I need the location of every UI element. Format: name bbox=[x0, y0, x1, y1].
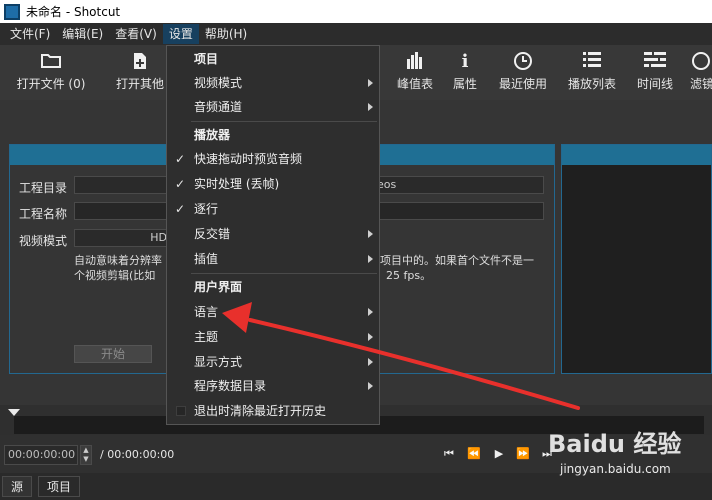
menu-separator bbox=[191, 121, 377, 122]
video-mode-value: HD bbox=[150, 231, 167, 244]
shotcut-app-icon bbox=[4, 3, 20, 20]
properties-label: 属性 bbox=[452, 77, 477, 91]
open-other-label: 打开其他 bbox=[115, 77, 164, 91]
player-panel-header bbox=[562, 145, 711, 165]
info-icon: i bbox=[461, 51, 469, 72]
video-mode-label: 视频模式 bbox=[19, 234, 68, 248]
video-mode-select[interactable]: HD bbox=[74, 229, 174, 247]
recent-button[interactable]: 最近使用 bbox=[496, 51, 550, 99]
watermark-url: jingyan.baidu.com bbox=[560, 462, 671, 476]
recent-label: 最近使用 bbox=[498, 77, 547, 91]
desc-line2-right: 25 fps。 bbox=[386, 269, 432, 282]
submenu-arrow-icon bbox=[368, 79, 373, 87]
menu-item-audio-channels[interactable]: 音频通道 bbox=[167, 96, 379, 118]
menu-help[interactable]: 帮助(H) bbox=[199, 24, 253, 44]
menu-separator bbox=[191, 273, 377, 274]
timeline-icon bbox=[634, 51, 676, 73]
desc-line1-right: 项目中的。如果首个文件不是一 bbox=[380, 254, 534, 267]
open-file-button[interactable]: 打开文件 (0) bbox=[12, 51, 90, 99]
player-panel bbox=[561, 144, 712, 374]
spin-up-icon[interactable]: ▲ bbox=[81, 446, 91, 455]
menu-bar: 文件(F) 编辑(E) 查看(V) 设置 帮助(H) bbox=[0, 23, 712, 45]
menu-edit[interactable]: 编辑(E) bbox=[56, 24, 109, 44]
desc-line2-left: 个视频剪辑(比如 bbox=[74, 269, 156, 282]
menu-item-app-data-dir[interactable]: 程序数据目录 bbox=[167, 375, 379, 397]
check-icon: ✓ bbox=[175, 177, 186, 191]
play-icon[interactable]: ▶ bbox=[490, 447, 508, 460]
baidu-logo: Baidu 经验 bbox=[548, 430, 682, 458]
list-icon bbox=[566, 51, 618, 73]
menu-item-interpolation[interactable]: 插值 bbox=[167, 248, 379, 270]
menu-header-project: 项目 bbox=[194, 52, 219, 66]
playlist-label: 播放列表 bbox=[567, 77, 616, 91]
submenu-arrow-icon bbox=[368, 255, 373, 263]
filters-label: 滤镜 bbox=[690, 77, 712, 91]
menu-item-clear-recent[interactable]: 退出时清除最近打开历史 bbox=[167, 400, 379, 422]
spin-down-icon[interactable]: ▼ bbox=[81, 455, 91, 464]
tab-source[interactable]: 源 bbox=[2, 476, 33, 497]
playlist-button[interactable]: 播放列表 bbox=[566, 51, 618, 99]
submenu-arrow-icon bbox=[368, 103, 373, 111]
timeline-button[interactable]: 时间线 bbox=[634, 51, 676, 99]
menu-file[interactable]: 文件(F) bbox=[4, 24, 56, 44]
timecode-input[interactable]: 00:00:00:00 bbox=[4, 445, 78, 465]
project-dir-label: 工程目录 bbox=[19, 181, 68, 195]
meter-icon bbox=[393, 51, 437, 73]
submenu-arrow-icon bbox=[368, 358, 373, 366]
check-icon: ✓ bbox=[175, 202, 186, 216]
filter-icon bbox=[690, 51, 712, 73]
menu-header-player: 播放器 bbox=[194, 128, 231, 142]
menu-item-language[interactable]: 语言 bbox=[167, 301, 379, 323]
submenu-arrow-icon bbox=[368, 382, 373, 390]
project-name-label: 工程名称 bbox=[19, 207, 68, 221]
submenu-arrow-icon bbox=[368, 333, 373, 341]
add-file-icon bbox=[112, 51, 168, 73]
menu-header-ui: 用户界面 bbox=[194, 280, 243, 294]
open-other-button[interactable]: 打开其他 bbox=[112, 51, 168, 99]
menu-item-display-method[interactable]: 显示方式 bbox=[167, 351, 379, 373]
folder-icon bbox=[12, 51, 90, 73]
menu-item-scrub-audio[interactable]: ✓ 快速拖动时预览音频 bbox=[167, 148, 379, 170]
skip-to-start-icon[interactable]: ⏮ bbox=[440, 447, 458, 461]
window-title: 未命名 - Shotcut bbox=[26, 5, 121, 19]
start-button[interactable]: 开始 bbox=[74, 345, 152, 363]
settings-dropdown-menu: 项目 视频模式 音频通道 播放器 ✓ 快速拖动时预览音频 ✓ 实时处理 (丢帧)… bbox=[166, 45, 380, 425]
peak-meter-button[interactable]: 峰值表 bbox=[393, 51, 437, 99]
open-file-label: 打开文件 (0) bbox=[16, 77, 86, 91]
menu-settings[interactable]: 设置 bbox=[162, 24, 199, 44]
menu-item-deinterlace[interactable]: 反交错 bbox=[167, 223, 379, 245]
desc-line1-left: 自动意味着分辨率 bbox=[74, 254, 162, 267]
baidu-watermark: Baidu 经验 jingyan.baidu.com bbox=[548, 418, 708, 494]
check-icon: ✓ bbox=[175, 152, 186, 166]
menu-item-realtime[interactable]: ✓ 实时处理 (丢帧) bbox=[167, 173, 379, 195]
title-bar: 未命名 - Shotcut bbox=[0, 0, 712, 23]
checkbox-icon bbox=[176, 406, 186, 416]
rewind-icon[interactable]: ⏪ bbox=[465, 447, 483, 460]
duration-display: / 00:00:00:00 bbox=[100, 448, 175, 461]
clock-icon bbox=[496, 51, 550, 73]
fast-forward-icon[interactable]: ⏩ bbox=[514, 447, 532, 460]
submenu-arrow-icon bbox=[368, 308, 373, 316]
menu-item-progressive[interactable]: ✓ 逐行 bbox=[167, 198, 379, 220]
playhead-marker[interactable] bbox=[8, 409, 20, 416]
timeline-label: 时间线 bbox=[636, 77, 673, 91]
tab-project[interactable]: 项目 bbox=[38, 476, 81, 497]
properties-button[interactable]: i 属性 bbox=[450, 51, 480, 99]
menu-item-theme[interactable]: 主题 bbox=[167, 326, 379, 348]
timecode-spinner[interactable]: ▲ ▼ bbox=[80, 445, 92, 465]
submenu-arrow-icon bbox=[368, 230, 373, 238]
menu-view[interactable]: 查看(V) bbox=[109, 24, 163, 44]
peak-meter-label: 峰值表 bbox=[396, 77, 433, 91]
menu-item-video-mode[interactable]: 视频模式 bbox=[167, 72, 379, 94]
filters-button[interactable]: 滤镜 bbox=[690, 51, 712, 99]
